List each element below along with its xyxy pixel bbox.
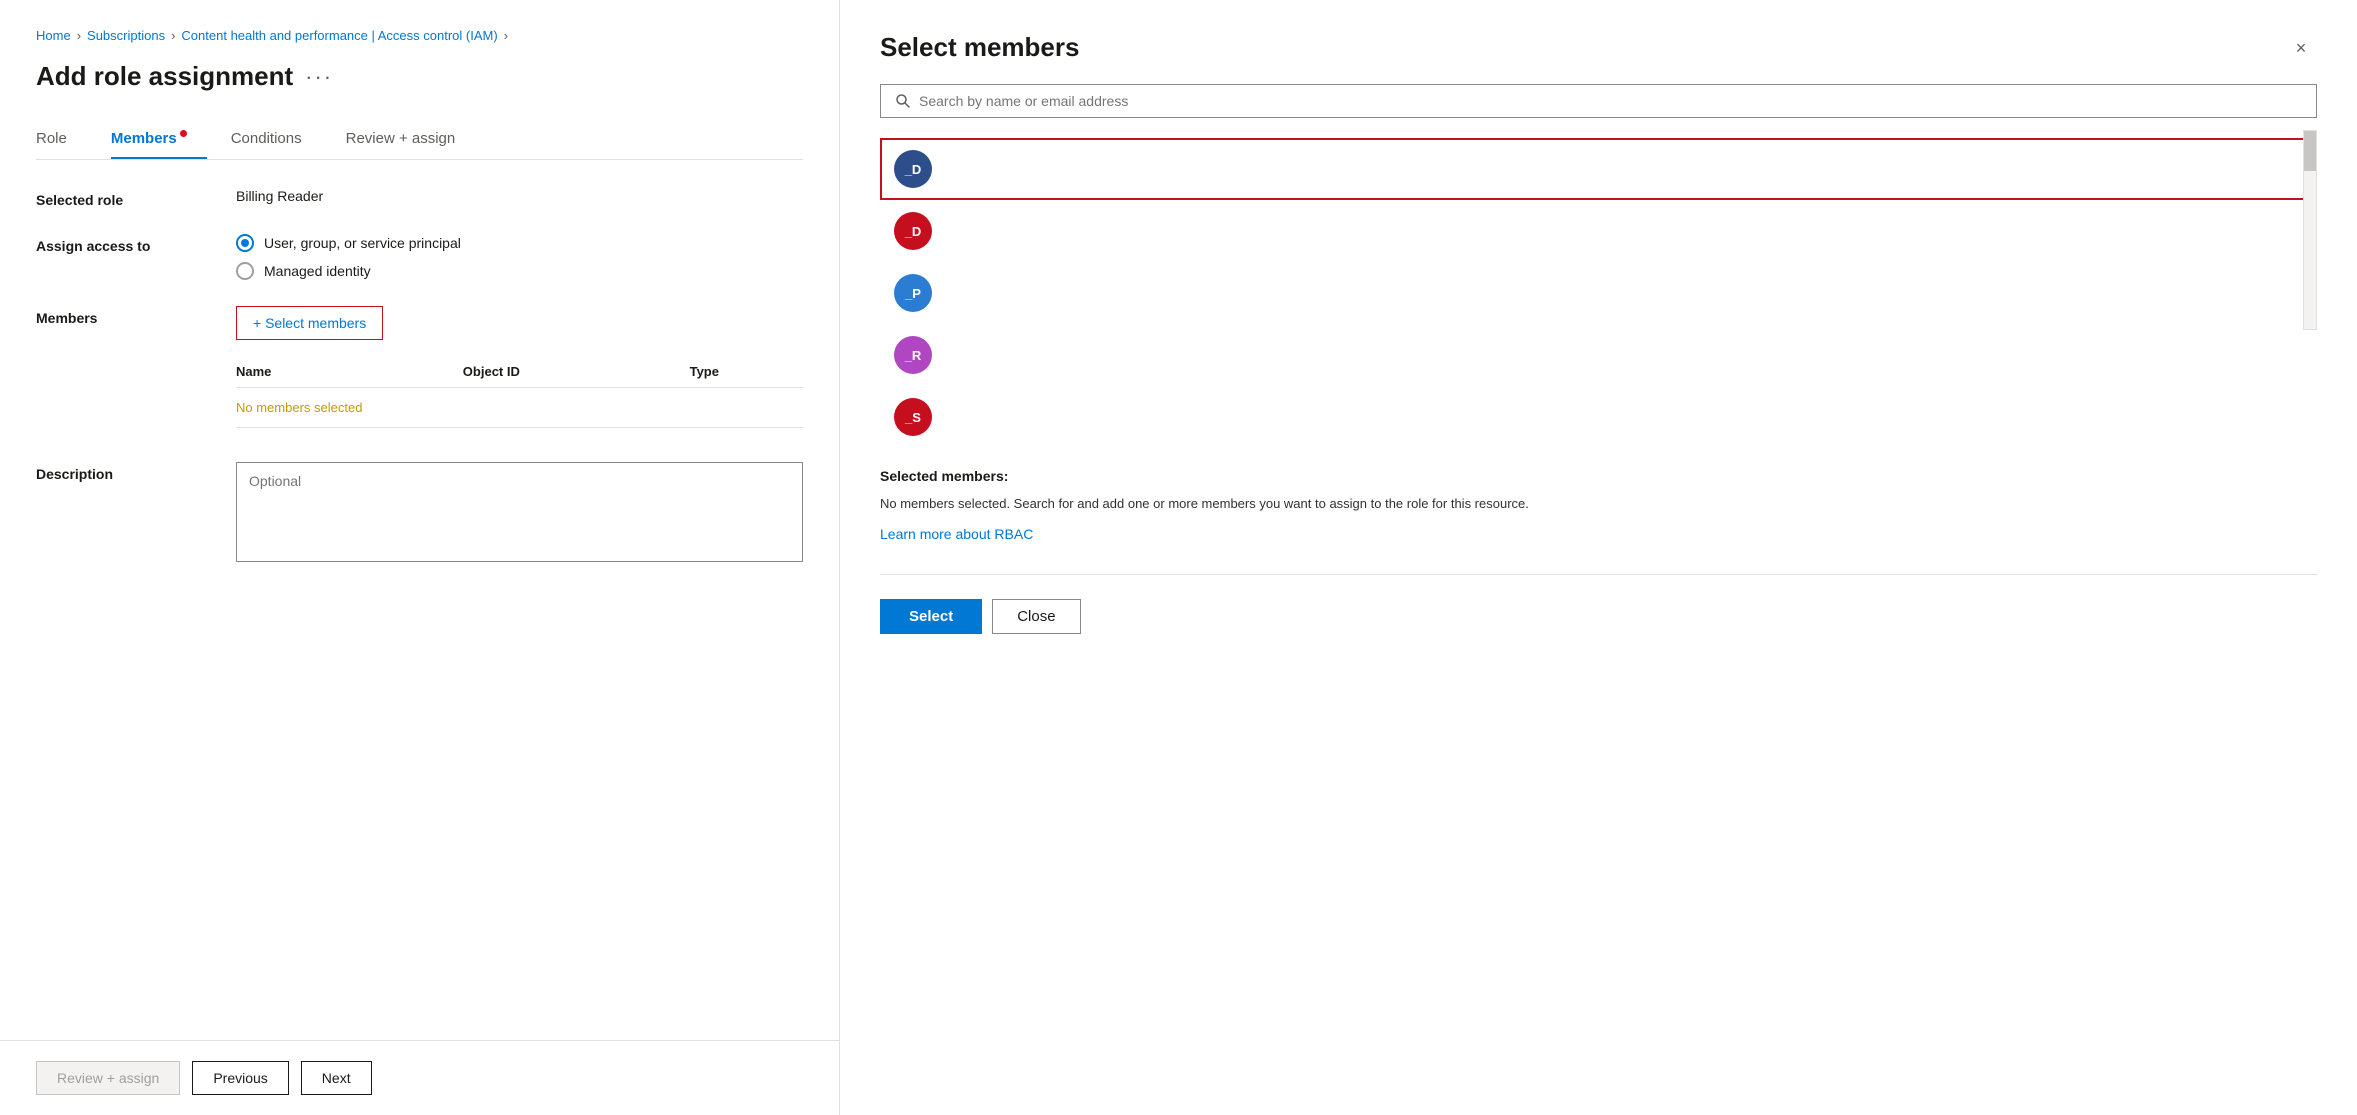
members-row: Members + Select members Name Object ID … — [36, 306, 803, 436]
scrollbar-thumb[interactable] — [2304, 131, 2316, 171]
selected-members-section: Selected members: No members selected. S… — [880, 468, 2317, 542]
description-row: Description — [36, 462, 803, 565]
breadcrumb-iam[interactable]: Content health and performance | Access … — [181, 28, 497, 43]
search-icon — [895, 93, 911, 109]
select-members-button[interactable]: + Select members — [236, 306, 383, 340]
radio-user-group-outer — [236, 234, 254, 252]
bottom-bar: Review + assign Previous Next — [0, 1040, 839, 1115]
ellipsis-menu[interactable]: ··· — [305, 64, 333, 90]
breadcrumb: Home › Subscriptions › Content health an… — [36, 28, 803, 43]
breadcrumb-subscriptions[interactable]: Subscriptions — [87, 28, 165, 43]
tab-review[interactable]: Review + assign — [346, 120, 476, 159]
learn-more-rbac-link[interactable]: Learn more about RBAC — [880, 526, 1033, 542]
member-item-0[interactable]: _D — [880, 138, 2317, 200]
breadcrumb-sep-3: › — [504, 28, 508, 43]
flyout-title: Select members — [880, 32, 1079, 63]
page-title: Add role assignment — [36, 61, 293, 92]
assign-access-label: Assign access to — [36, 234, 236, 254]
table-body: No members selected — [236, 388, 803, 427]
form-content: Selected role Billing Reader Assign acce… — [36, 188, 803, 1087]
selected-members-title: Selected members: — [880, 468, 2317, 484]
tab-conditions[interactable]: Conditions — [231, 120, 322, 159]
radio-managed-identity-label: Managed identity — [264, 263, 371, 279]
description-label: Description — [36, 462, 236, 482]
breadcrumb-sep-2: › — [171, 28, 175, 43]
assign-access-row: Assign access to User, group, or service… — [36, 234, 803, 280]
avatar-0: _D — [894, 150, 932, 188]
radio-user-group-inner — [241, 239, 249, 247]
radio-group: User, group, or service principal Manage… — [236, 234, 803, 280]
members-table: Name Object ID Type No members selected — [236, 356, 803, 436]
member-item-4[interactable]: _S — [880, 386, 2317, 448]
avatar-3: _R — [894, 336, 932, 374]
member-item-1[interactable]: _D — [880, 200, 2317, 262]
selected-role-label: Selected role — [36, 188, 236, 208]
member-item-2[interactable]: _P — [880, 262, 2317, 324]
breadcrumb-sep-1: › — [77, 28, 81, 43]
next-button[interactable]: Next — [301, 1061, 372, 1095]
avatar-4: _S — [894, 398, 932, 436]
radio-managed-identity-outer — [236, 262, 254, 280]
col-type: Type — [690, 364, 803, 379]
select-button[interactable]: Select — [880, 599, 982, 634]
search-box — [880, 84, 2317, 118]
flyout-footer: Select Close — [880, 599, 2317, 634]
description-textarea[interactable] — [236, 462, 803, 562]
table-header: Name Object ID Type — [236, 356, 803, 388]
page-title-row: Add role assignment ··· — [36, 61, 803, 92]
flyout-divider — [880, 574, 2317, 575]
tab-bar: Role Members Conditions Review + assign — [36, 120, 803, 160]
radio-user-group[interactable]: User, group, or service principal — [236, 234, 803, 252]
no-members-text: No members selected — [236, 400, 362, 415]
member-list: _D _D _P _R _S — [880, 138, 2317, 448]
no-members-description: No members selected. Search for and add … — [880, 494, 2317, 514]
description-value — [236, 462, 803, 565]
col-name: Name — [236, 364, 463, 379]
tab-members[interactable]: Members — [111, 120, 207, 159]
table-footer — [236, 427, 803, 436]
search-input[interactable] — [919, 93, 2302, 109]
members-label: Members — [36, 306, 236, 326]
flyout-panel: Select members × _D _D _P _R — [840, 0, 2357, 1115]
members-value: + Select members Name Object ID Type No … — [236, 306, 803, 436]
breadcrumb-home[interactable]: Home — [36, 28, 71, 43]
members-dot — [180, 130, 187, 137]
member-item-3[interactable]: _R — [880, 324, 2317, 386]
avatar-1: _D — [894, 212, 932, 250]
close-button[interactable]: Close — [992, 599, 1080, 634]
radio-managed-identity[interactable]: Managed identity — [236, 262, 803, 280]
selected-role-value: Billing Reader — [236, 188, 803, 204]
flyout-close-x-button[interactable]: × — [2285, 32, 2317, 64]
selected-role-row: Selected role Billing Reader — [36, 188, 803, 208]
scrollbar-track[interactable] — [2303, 130, 2317, 330]
radio-user-group-label: User, group, or service principal — [264, 235, 461, 251]
previous-button[interactable]: Previous — [192, 1061, 288, 1095]
tab-role[interactable]: Role — [36, 120, 87, 159]
review-assign-button: Review + assign — [36, 1061, 180, 1095]
assign-access-options: User, group, or service principal Manage… — [236, 234, 803, 280]
flyout-header: Select members × — [880, 32, 2317, 64]
avatar-2: _P — [894, 274, 932, 312]
col-object-id: Object ID — [463, 364, 690, 379]
left-panel: Home › Subscriptions › Content health an… — [0, 0, 840, 1115]
